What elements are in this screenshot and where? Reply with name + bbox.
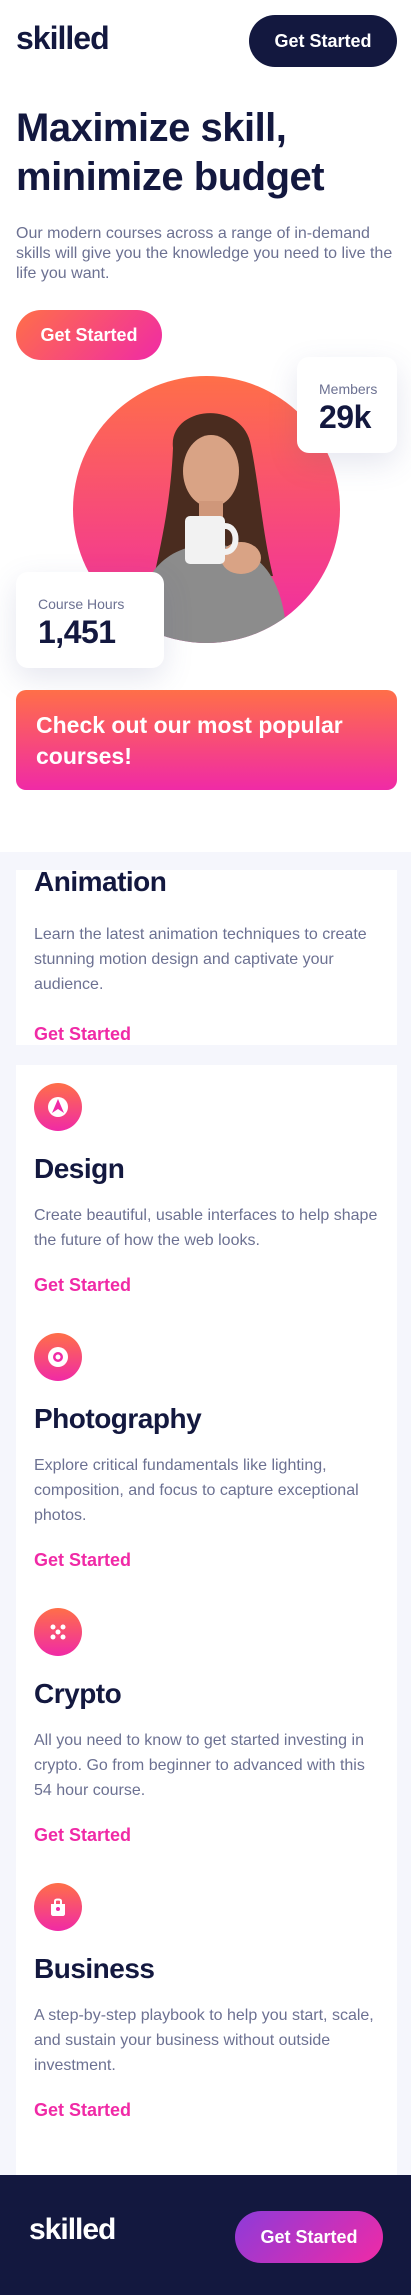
design-icon bbox=[34, 1083, 82, 1131]
course-get-started-link[interactable]: Get Started bbox=[34, 2100, 131, 2121]
hero-get-started-button[interactable]: Get Started bbox=[16, 310, 162, 360]
course-card-design: Design Create beautiful, usable interfac… bbox=[16, 1065, 397, 1315]
members-stat-card: Members 29k bbox=[297, 357, 397, 453]
footer-logo[interactable]: skilled bbox=[29, 2213, 116, 2247]
course-card-animation: Animation Learn the latest animation tec… bbox=[16, 870, 397, 1045]
course-get-started-link[interactable]: Get Started bbox=[34, 1825, 131, 1846]
business-icon bbox=[34, 1883, 82, 1931]
course-title: Crypto bbox=[34, 1678, 122, 1709]
course-get-started-link[interactable]: Get Started bbox=[34, 1550, 131, 1571]
course-description: Explore critical fundamentals like light… bbox=[34, 1457, 359, 1524]
header-get-started-button[interactable]: Get Started bbox=[249, 15, 397, 67]
crypto-icon bbox=[34, 1608, 82, 1656]
members-value: 29k bbox=[319, 399, 371, 435]
logo[interactable]: skilled bbox=[16, 20, 110, 57]
course-title: Photography bbox=[34, 1403, 202, 1434]
course-get-started-link[interactable]: Get Started bbox=[34, 1275, 131, 1296]
hero-title: Maximize skill, minimize budget bbox=[16, 106, 325, 199]
course-description: A step-by-step playbook to help you star… bbox=[34, 2007, 374, 2074]
course-description: All you need to know to get started inve… bbox=[34, 1732, 365, 1799]
course-description: Learn the latest animation techniques to… bbox=[34, 926, 367, 993]
footer-get-started-button[interactable]: Get Started bbox=[235, 2211, 383, 2263]
site-footer: skilled Get Started bbox=[0, 2175, 411, 2295]
course-card-photography: Photography Explore critical fundamental… bbox=[16, 1315, 397, 1590]
course-description: Create beautiful, usable interfaces to h… bbox=[34, 1207, 378, 1249]
site-header: skilled Get Started bbox=[0, 0, 411, 82]
camera-icon bbox=[34, 1333, 82, 1381]
course-hours-stat-card: Course Hours 1,451 bbox=[16, 572, 164, 668]
course-title: Animation bbox=[34, 870, 167, 897]
course-hours-value: 1,451 bbox=[38, 614, 116, 650]
course-title: Business bbox=[34, 1953, 155, 1984]
hero-description: Our modern courses across a range of in-… bbox=[16, 225, 393, 282]
course-card-crypto: Crypto All you need to know to get start… bbox=[16, 1590, 397, 1865]
members-label: Members bbox=[319, 381, 378, 397]
course-card-business: Business A step-by-step playbook to help… bbox=[16, 1865, 397, 2175]
course-title: Design bbox=[34, 1153, 125, 1184]
page: skilled Get Started Maximize skill, mini… bbox=[0, 0, 411, 2295]
course-get-started-link[interactable]: Get Started bbox=[34, 1024, 131, 1045]
popular-courses-banner: Check out our most popular courses! bbox=[16, 690, 397, 790]
course-hours-label: Course Hours bbox=[38, 596, 125, 612]
